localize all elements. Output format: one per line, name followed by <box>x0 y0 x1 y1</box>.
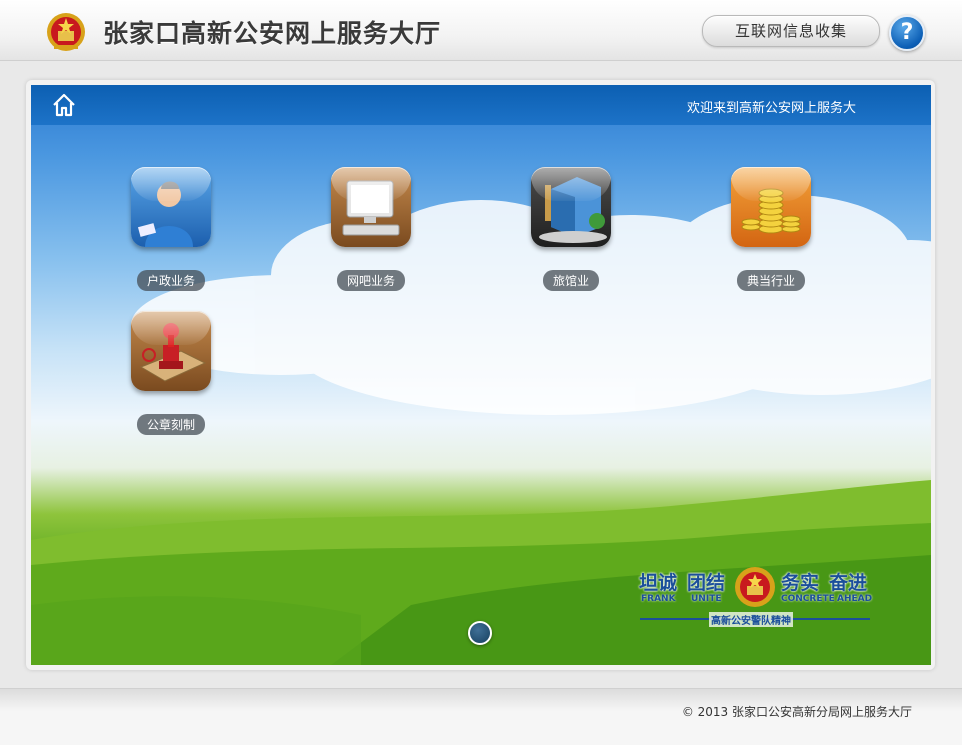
help-icon[interactable]: ? <box>889 15 925 51</box>
hotel-icon <box>531 167 611 247</box>
stamp-icon <box>131 311 211 391</box>
police-emblem-icon <box>47 13 85 51</box>
tile-internet-cafe[interactable]: 网吧业务 <box>301 167 441 297</box>
motto-en-3: CONCRETE <box>781 594 835 604</box>
motto-en-4: AHEAD <box>837 594 873 604</box>
tile-label: 典当行业 <box>736 270 806 291</box>
carousel-page-dot[interactable] <box>468 621 492 645</box>
motto-cn-2: 团结 <box>687 572 726 594</box>
tile-label: 网吧业务 <box>336 270 406 291</box>
tile-label: 户政业务 <box>136 270 206 291</box>
home-icon[interactable] <box>51 92 77 118</box>
tile-household[interactable]: 户政业务 <box>101 167 241 297</box>
copyright-text: © 2013 张家口公安高新分局网上服务大厅 <box>681 705 912 719</box>
motto-en-1: FRANK <box>641 594 676 604</box>
welcome-marquee: 欢迎来到高新公安网上服务大 <box>687 101 857 116</box>
tile-label: 旅馆业 <box>542 270 600 291</box>
person-icon <box>131 167 211 247</box>
police-motto: 坦诚 团结 务实 奋进 FRANK UNITE CONCRETE AHEAD 高… <box>635 565 875 635</box>
motto-cn-1: 坦诚 <box>639 572 678 594</box>
main-stage: 欢迎来到高新公安网上服务大 户政业务 网吧业务 旅馆业 典当行业 公章刻制 坦诚… <box>31 85 931 665</box>
header-bar: 张家口高新公安网上服务大厅 互联网信息收集 ? <box>0 0 962 61</box>
info-collection-button[interactable]: 互联网信息收集 <box>702 15 880 47</box>
stage-topbar: 欢迎来到高新公安网上服务大 <box>31 85 931 125</box>
coins-icon <box>731 167 811 247</box>
motto-subtitle: 高新公安警队精神 <box>709 612 793 627</box>
police-emblem-icon <box>735 567 775 607</box>
site-title: 张家口高新公安网上服务大厅 <box>103 19 442 48</box>
motto-en-2: UNITE <box>691 594 722 604</box>
tile-pawn[interactable]: 典当行业 <box>701 167 841 297</box>
tile-hotel[interactable]: 旅馆业 <box>501 167 641 297</box>
motto-cn-4: 奋进 <box>829 572 868 594</box>
tile-seal-engraving[interactable]: 公章刻制 <box>101 311 241 441</box>
computer-icon <box>331 167 411 247</box>
tile-label: 公章刻制 <box>136 414 206 435</box>
motto-cn-3: 务实 <box>781 572 820 594</box>
